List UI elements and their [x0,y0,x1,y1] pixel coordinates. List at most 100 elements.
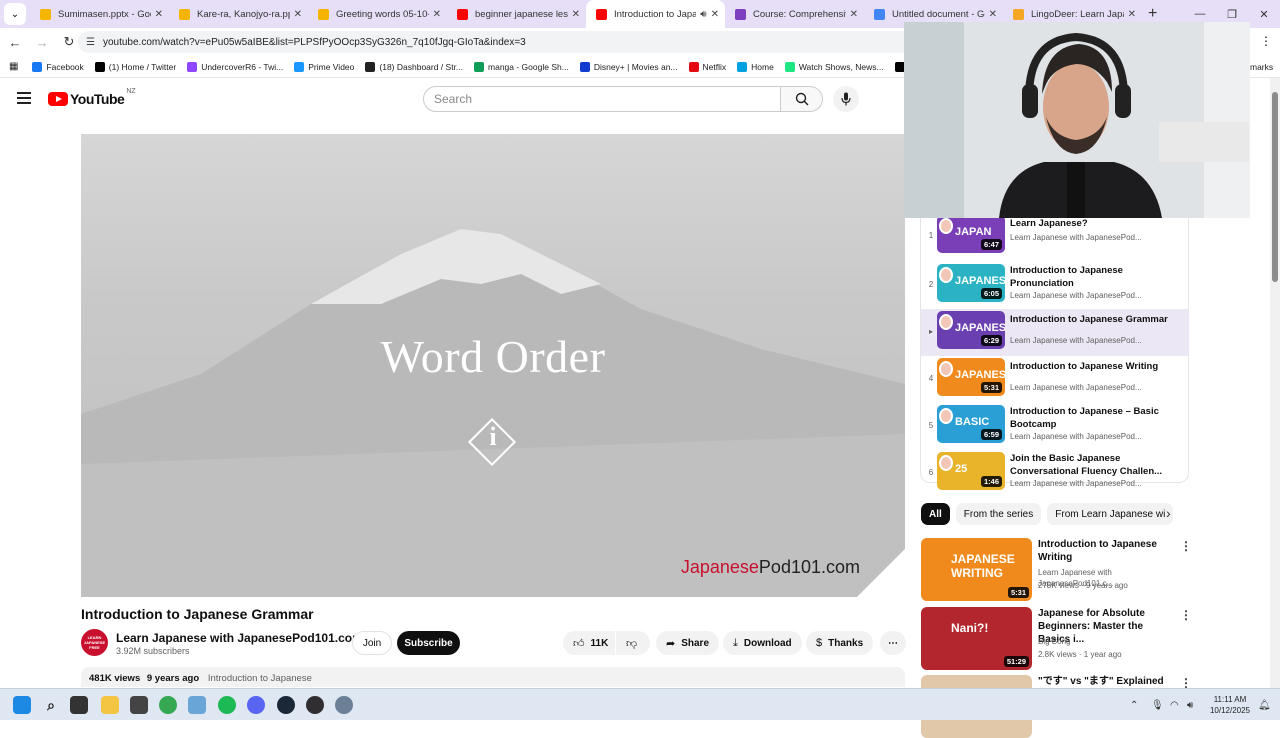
channel-avatar[interactable]: LEARN JAPANESE FREE [81,629,108,656]
bookmark-item[interactable]: Home [737,61,774,72]
share-button[interactable]: ➦ Share [656,631,720,655]
playlist-thumbnail[interactable]: JAPAN 6:47 [937,215,1005,253]
close-tab-icon[interactable]: ✕ [433,9,441,20]
windows-start-icon[interactable] [13,696,31,714]
new-tab-button[interactable]: + [1148,5,1157,23]
description-box[interactable]: 481K views 9 years ago Introduction to J… [81,667,905,687]
snipping-tool-icon[interactable] [188,696,206,714]
filter-chip[interactable]: All [921,503,950,525]
thumbs-down-icon: 👎︎ [626,637,638,650]
browser-tab[interactable]: beginner japanese lesson ✕ [447,0,586,28]
close-tab-icon[interactable]: ✕ [1128,9,1136,20]
more-options-icon[interactable]: ⋮ [1180,539,1192,553]
more-actions-button[interactable]: ⋯ [880,631,906,655]
bookmark-label: Prime Video [308,61,355,72]
file-explorer-icon[interactable] [101,696,119,714]
steam-icon[interactable] [277,696,295,714]
microphone-tray-icon[interactable]: 🎙︎ [1151,700,1164,711]
browser-tab[interactable]: Greeting words 05-10-25 ✕ [308,0,447,28]
thumbnail-caption: 25 [955,463,968,475]
filter-chip[interactable]: From the series [955,503,1042,525]
close-tab-icon[interactable]: ✕ [989,9,997,20]
volume-icon[interactable]: 🔊︎ [1187,700,1193,711]
close-tab-icon[interactable]: ✕ [155,9,163,20]
menu-icon[interactable]: ⋮ [1260,34,1272,48]
video-player[interactable]: Word Order i JapanesePod101.com [81,134,905,597]
close-tab-icon[interactable]: ✕ [711,9,719,20]
playlist-index: ▸ [928,327,933,336]
chrome-icon[interactable] [159,696,177,714]
download-button[interactable]: ⤓ Download [723,631,802,655]
playlist-item[interactable]: 2JAPANESE6:05Introduction to Japanese Pr… [921,262,1189,309]
hamburger-menu-icon[interactable] [17,92,31,104]
recommended-thumbnail[interactable]: JAPANESE WRITING 5:31 [921,538,1032,601]
thanks-button[interactable]: $ Thanks [806,631,874,655]
playlist-item[interactable]: 5 BASIC 6:59 Introduction to Japanese – Bas… [921,403,1189,450]
back-icon[interactable]: ← [3,35,27,50]
playlist-thumbnail[interactable]: JAPANESE5:31 [937,358,1005,396]
apps-icon[interactable]: ▦ [9,61,18,72]
system-clock[interactable]: 11:11 AM 10/12/2025 [1206,694,1254,716]
settings-icon[interactable] [335,696,353,714]
playlist-item[interactable]: 1 JAPAN 6:47 Learn Japanese? Learn Japanese … [921,213,1189,260]
search-taskbar-icon[interactable]: ⌕ [42,696,60,714]
browser-tab[interactable]: Kare-ra, Kanojyo-ra.pptx ✕ [169,0,308,28]
browser-tab[interactable]: Course: Comprehensive Ja ✕ [725,0,864,28]
dislike-button[interactable]: 👎︎ [616,631,650,655]
bookmark-item[interactable]: Facebook [32,61,84,72]
playlist-thumbnail[interactable]: JAPANESE6:05 [937,264,1005,302]
close-window-icon[interactable]: ✕ [1248,0,1280,28]
like-button[interactable]: 👍︎ 11K [563,631,615,655]
thumbs-up-icon: 👍︎ [573,637,585,650]
playlist-item[interactable]: ▸ JAPANESE6:29 Introduction to Japanese Gr… [921,309,1189,356]
recommended-thumbnail[interactable]: Nani?! 51:29 [921,607,1032,670]
bookmark-label: Home [751,61,774,72]
playlist-thumbnail[interactable]: JAPANESE6:29 [937,311,1005,349]
notifications-icon[interactable]: 🔔︎ [1258,700,1271,711]
bookmark-item[interactable]: (18) Dashboard / Str... [365,61,463,72]
browser-tab[interactable]: Introduction to Japan 🔊︎ ✕ [586,0,725,28]
forward-icon[interactable]: → [30,35,54,50]
discord-icon[interactable] [247,696,265,714]
all-bookmarks-link[interactable]: marks [1250,62,1273,72]
thumbnail-caption: JAPAN [955,226,992,238]
filter-chip[interactable]: From Learn Japanese wi [1047,503,1174,525]
scrollbar-thumb[interactable] [1272,92,1278,282]
series-tag[interactable]: Introduction to Japanese [208,673,312,684]
bookmark-item[interactable]: UndercoverR6 - Twi... [187,61,283,72]
channel-name[interactable]: Learn Japanese with JapanesePod101.com [116,631,377,645]
chevron-right-icon[interactable]: › [1166,505,1171,521]
more-options-icon[interactable]: ⋮ [1180,608,1192,622]
playlist-thumbnail[interactable]: BASIC 6:59 [937,405,1005,443]
join-button[interactable]: Join [352,631,392,655]
page-scrollbar[interactable] [1270,78,1280,690]
tray-overflow-icon[interactable]: ⌃ [1130,700,1138,711]
bookmark-item[interactable]: Netflix [688,61,726,72]
tab-search-button[interactable]: ⌄ [4,3,26,25]
search-icon [795,92,808,106]
bookmark-item[interactable]: (1) Home / Twitter [94,61,176,72]
playlist-item[interactable]: 6 25 1:46 Join the Basic Japanese Conversat… [921,450,1189,497]
bookmark-item[interactable]: Disney+ | Movies an... [579,61,678,72]
bookmark-item[interactable]: manga - Google Sh... [474,61,569,72]
search-button[interactable] [781,86,823,112]
site-info-icon[interactable]: ☰ [86,37,95,48]
close-tab-icon[interactable]: ✕ [294,9,302,20]
playlist-thumbnail[interactable]: 25 1:46 [937,452,1005,490]
spotify-icon[interactable] [218,696,236,714]
browser-tab[interactable]: Sumimasen.pptx - Google ✕ [30,0,169,28]
task-view-icon[interactable] [70,696,88,714]
wifi-icon[interactable]: ◠ [1170,700,1179,711]
obs-icon[interactable] [306,696,324,714]
youtube-logo[interactable]: YouTube NZ [48,88,136,107]
close-tab-icon[interactable]: ✕ [850,9,858,20]
app-icon-clapper[interactable] [130,696,148,714]
search-input[interactable]: Search [423,86,781,112]
playlist-item[interactable]: 4JAPANESE5:31Introduction to Japanese Wr… [921,356,1189,403]
voice-search-button[interactable] [833,86,859,112]
subscribe-button[interactable]: Subscribe [397,631,460,655]
bookmark-item[interactable]: Prime Video [294,61,355,72]
url-text: youtube.com/watch?v=ePu05w5aIBE&list=PLP… [102,36,526,48]
close-tab-icon[interactable]: ✕ [572,9,580,20]
bookmark-item[interactable]: Watch Shows, News... [784,61,884,72]
